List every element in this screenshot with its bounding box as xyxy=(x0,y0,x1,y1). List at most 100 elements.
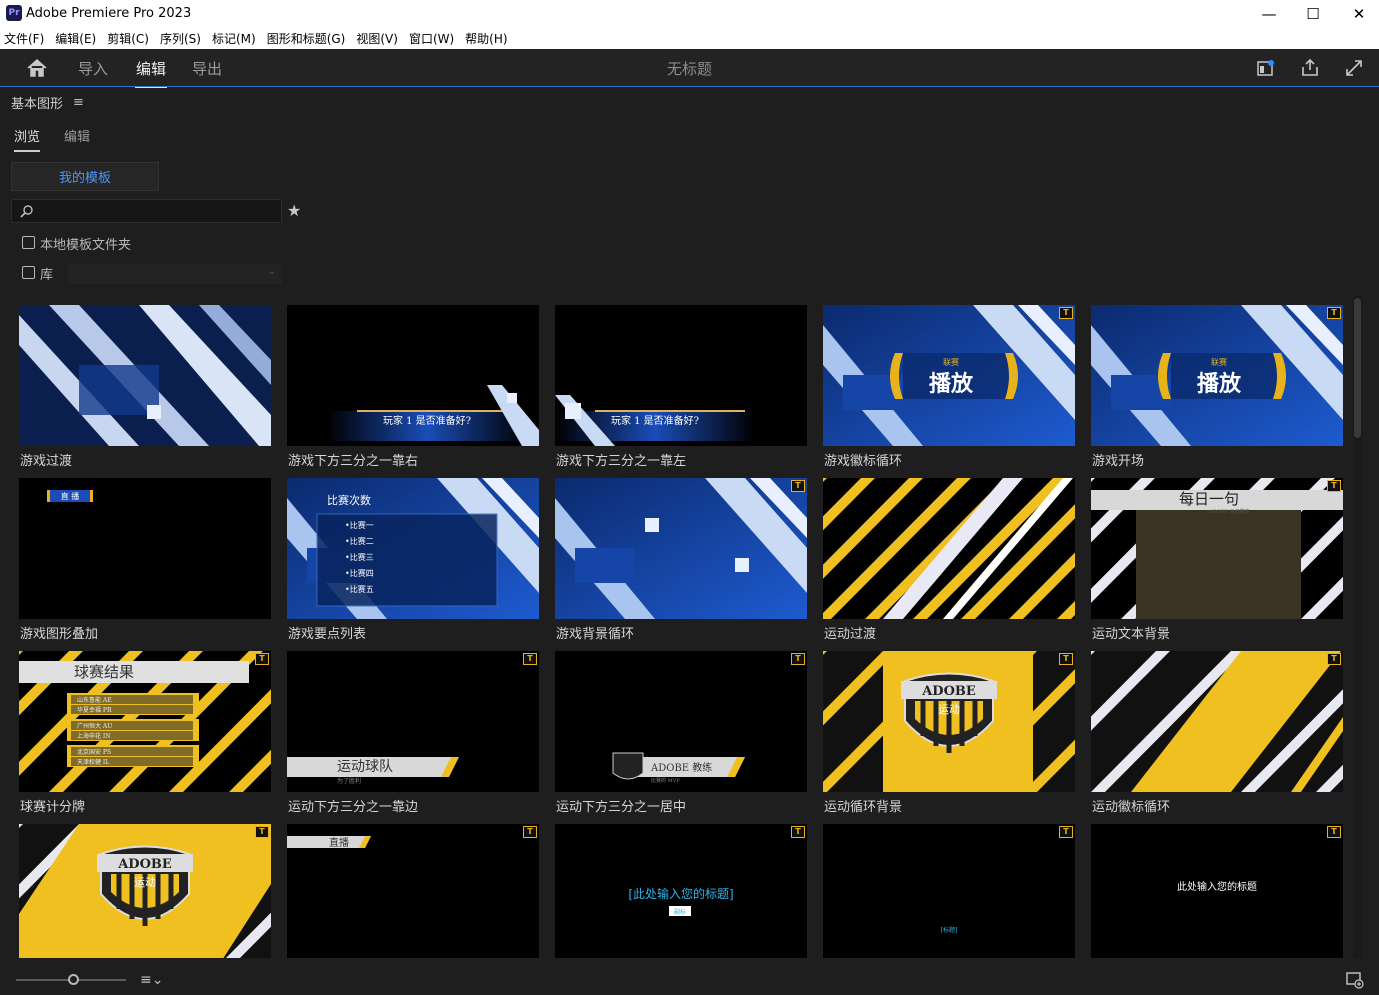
text-template-badge-icon: T xyxy=(523,826,537,838)
svg-text:播放: 播放 xyxy=(929,371,974,397)
window-title: Adobe Premiere Pro 2023 xyxy=(26,6,192,21)
workspace-panel-icon xyxy=(1257,60,1274,76)
fullscreen-button[interactable] xyxy=(1344,58,1364,78)
search-field[interactable] xyxy=(11,199,282,223)
maximize-button[interactable]: ☐ xyxy=(1290,0,1336,28)
template-thumbnail[interactable] xyxy=(1091,651,1343,792)
svg-text:运动: 运动 xyxy=(134,876,156,889)
search-input[interactable] xyxy=(38,202,278,220)
template-thumbnail[interactable]: ADOBE 运动 xyxy=(19,824,271,962)
text-template-badge-icon: T xyxy=(791,480,805,492)
my-templates-button[interactable]: 我的模板 xyxy=(11,162,159,191)
text-template-badge-icon: T xyxy=(791,826,805,838)
template-tile[interactable]: 运动过渡 xyxy=(823,478,1075,642)
template-tile[interactable]: 玩家 1 是否准备好? 游戏下方三分之一靠左 xyxy=(555,305,807,469)
scrollbar-thumb[interactable] xyxy=(1354,298,1361,438)
template-tile[interactable]: [标题] T xyxy=(823,824,1075,962)
template-tile[interactable]: 玩家 1 是否准备好? 游戏下方三分之一靠右 xyxy=(287,305,539,469)
template-tile[interactable]: T 运动徽标循环 xyxy=(1091,651,1343,815)
panel-menu-icon[interactable]: ≡ xyxy=(73,95,84,110)
template-tile[interactable]: 联赛 播放 T 游戏徽标循环 xyxy=(823,305,1075,469)
template-tile[interactable]: T 游戏背景循环 xyxy=(555,478,807,642)
menu-item[interactable]: 文件(F) xyxy=(0,30,51,47)
template-thumbnail[interactable] xyxy=(19,305,271,446)
template-tile[interactable]: 每日一句 ADOBE 运动教练 T 运动文本背景 xyxy=(1091,478,1343,642)
svg-text:播放: 播放 xyxy=(1197,371,1242,397)
template-name: 游戏图形叠加 xyxy=(20,627,99,642)
svg-text:副标: 副标 xyxy=(674,908,686,916)
local-folder-checkbox[interactable] xyxy=(22,236,35,249)
template-thumbnail[interactable]: 直 播 xyxy=(19,478,271,619)
template-tile[interactable]: ADOBE 运动 T xyxy=(19,824,271,962)
menu-item[interactable]: 序列(S) xyxy=(156,30,208,47)
tab-edit-graphics[interactable]: 编辑 xyxy=(64,126,90,145)
template-tile[interactable]: [此处输入您的标题] 副标 T xyxy=(555,824,807,962)
template-tile[interactable]: 球赛结果 山东鲁能 AE 华夏幸福 PR 广州恒大 AU 上海申花 IN 北京国安 PS 天… xyxy=(19,651,271,815)
template-thumbnail[interactable]: 直播 xyxy=(287,824,539,962)
template-thumbnail[interactable] xyxy=(823,478,1075,619)
template-thumbnail[interactable]: 运动球队 为了胜利 xyxy=(287,651,539,792)
chevron-down-icon: ⌄ xyxy=(267,266,276,277)
quick-export-button[interactable] xyxy=(1256,58,1276,78)
svg-text:直播: 直播 xyxy=(329,836,349,849)
tab-browse[interactable]: 浏览 xyxy=(14,126,41,152)
svg-text:山东鲁能 AE: 山东鲁能 AE xyxy=(77,696,112,704)
template-tile[interactable]: 游戏过渡 xyxy=(19,305,271,469)
template-tile[interactable]: 直播 T xyxy=(287,824,539,962)
minimize-button[interactable]: — xyxy=(1246,0,1292,28)
template-thumbnail[interactable]: [标题] xyxy=(823,824,1075,962)
template-name: 运动循环背景 xyxy=(824,800,903,815)
library-dropdown[interactable]: ⌄ xyxy=(68,264,282,284)
thumbnail-size-slider[interactable] xyxy=(16,974,126,985)
template-thumbnail[interactable]: 此处输入您的标题 xyxy=(1091,824,1343,962)
template-thumbnail[interactable]: 联赛 播放 xyxy=(1091,305,1343,446)
svg-text:玩家 1 是否准备好?: 玩家 1 是否准备好? xyxy=(383,414,471,427)
favorites-star-icon[interactable]: ★ xyxy=(287,201,301,220)
menu-item[interactable]: 标记(M) xyxy=(208,30,263,47)
sort-button[interactable]: ≡⌄ xyxy=(140,972,172,988)
svg-text:北京国安 PS: 北京国安 PS xyxy=(77,748,111,756)
library-label: 库 xyxy=(40,268,54,283)
template-thumbnail[interactable]: ADOBE 运动 xyxy=(823,651,1075,792)
template-tile[interactable]: 运动球队 为了胜利 T 运动下方三分之一靠边 xyxy=(287,651,539,815)
template-thumbnail[interactable]: 每日一句 ADOBE 运动教练 xyxy=(1091,478,1343,619)
template-tile[interactable]: 直 播游戏图形叠加 xyxy=(19,478,271,642)
template-tile[interactable]: 比赛次数 •比赛一 •比赛二 •比赛三 •比赛四 •比赛五 游戏要点列表 xyxy=(287,478,539,642)
new-layer-button[interactable] xyxy=(1346,971,1364,989)
menu-item[interactable]: 剪辑(C) xyxy=(103,30,156,47)
grid-scrollbar[interactable] xyxy=(1353,296,1362,962)
template-name: 运动文本背景 xyxy=(1092,627,1171,642)
close-button[interactable]: ✕ xyxy=(1336,0,1379,28)
template-name: 游戏过渡 xyxy=(20,454,73,469)
text-template-badge-icon: T xyxy=(1327,826,1341,838)
menu-item[interactable]: 编辑(E) xyxy=(51,30,103,47)
svg-text:天津权健 IL: 天津权健 IL xyxy=(77,758,109,766)
template-thumbnail[interactable]: 联赛 播放 xyxy=(823,305,1075,446)
template-tile[interactable]: ADOBE 运动 T 运动循环背景 xyxy=(823,651,1075,815)
menu-item[interactable]: 视图(V) xyxy=(352,30,405,47)
template-thumbnail[interactable]: 玩家 1 是否准备好? xyxy=(287,305,539,446)
menu-item[interactable]: 帮助(H) xyxy=(461,30,514,47)
template-thumbnail[interactable]: 比赛次数 •比赛一 •比赛二 •比赛三 •比赛四 •比赛五 xyxy=(287,478,539,619)
template-tile[interactable]: ADOBE 教练 比赛的 MVP T 运动下方三分之一居中 xyxy=(555,651,807,815)
svg-text:[标题]: [标题] xyxy=(941,926,958,934)
menu-item[interactable]: 窗口(W) xyxy=(405,30,461,47)
template-name: 运动下方三分之一靠边 xyxy=(288,800,419,815)
slider-knob[interactable] xyxy=(68,974,79,985)
template-name: 游戏背景循环 xyxy=(556,627,635,642)
template-thumbnail[interactable]: [此处输入您的标题] 副标 xyxy=(555,824,807,962)
template-thumbnail[interactable]: 玩家 1 是否准备好? xyxy=(555,305,807,446)
template-thumbnail[interactable]: ADOBE 教练 比赛的 MVP xyxy=(555,651,807,792)
template-tile[interactable]: 联赛 播放 T 游戏开场 xyxy=(1091,305,1343,469)
svg-text:ADOBE: ADOBE xyxy=(117,857,172,872)
template-grid: 游戏过渡 玩家 1 是否准备好? 游戏下方三分之一靠右 玩家 1 是否准备好? 游戏下方… xyxy=(19,305,1343,962)
workspace-header: 导入 编辑 导出 无标题 xyxy=(0,49,1379,89)
share-button[interactable] xyxy=(1300,58,1320,78)
template-thumbnail[interactable]: 球赛结果 山东鲁能 AE 华夏幸福 PR 广州恒大 AU 上海申花 IN 北京国安 PS 天… xyxy=(19,651,271,792)
template-tile[interactable]: 此处输入您的标题 T xyxy=(1091,824,1343,962)
library-checkbox[interactable] xyxy=(22,266,35,279)
svg-text:运动: 运动 xyxy=(938,703,960,716)
template-thumbnail[interactable] xyxy=(555,478,807,619)
menu-item[interactable]: 图形和标题(G) xyxy=(263,30,353,47)
text-template-badge-icon: T xyxy=(1059,826,1073,838)
